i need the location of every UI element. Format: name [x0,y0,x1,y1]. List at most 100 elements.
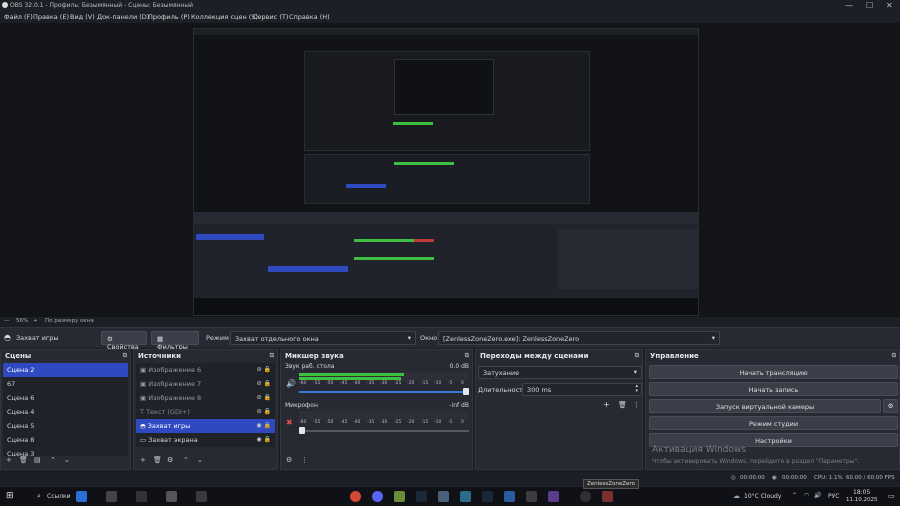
volume-fader-track[interactable] [299,391,469,393]
transition-menu-icon[interactable]: ⋮ [633,401,640,409]
language-indicator[interactable]: РУС [828,493,839,500]
taskbar-search-icon[interactable]: ⌕ [37,492,41,501]
add-scene-button[interactable]: + [6,456,12,464]
source-properties-button[interactable]: ⚙ [167,456,173,464]
studio-mode-button[interactable]: Режим студии [649,416,898,430]
clock-date[interactable]: 11.10.2025 [846,497,878,503]
weather-icon[interactable]: ☁ [733,492,740,500]
mic-muted-icon[interactable]: ✖ [286,418,293,427]
mixer-settings-icon[interactable]: ⚙ [286,456,292,464]
preview-canvas[interactable] [193,28,699,316]
menu-help[interactable]: Справка (H) [289,13,330,21]
taskbar-app-icon[interactable] [196,491,207,502]
source-item[interactable]: ▣ Изображение 6 ⊘ 🔒 [136,363,275,377]
scene-item[interactable]: Сцена 2 [3,363,128,377]
volume-fader-handle[interactable] [463,388,469,395]
duration-spinbox[interactable]: 300 ms ▴ ▾ [522,383,642,396]
zoom-fit[interactable]: По размеру окна [45,318,94,324]
scene-item[interactable]: Сцена 6 [3,391,128,405]
remove-source-button[interactable]: 🗑 [153,456,162,464]
source-item[interactable]: ▣ Изображение 8 ⊘ 🔒 [136,391,275,405]
source-item[interactable]: ◓ Захват игры ◉ 🔒 [136,419,275,433]
move-up-button[interactable]: ⌃ [50,456,56,464]
popout-icon[interactable]: ⧉ [270,352,274,360]
remove-scene-button[interactable]: 🗑 [19,456,28,464]
tray-chevron-icon[interactable]: ⌃ [792,492,797,499]
close-button[interactable]: ✕ [886,1,893,10]
taskbar-app-icon[interactable] [394,491,405,502]
volume-fader-handle[interactable] [299,427,305,434]
taskbar-app-icon[interactable] [136,491,147,502]
eye-icon[interactable]: ◉ 🔒 [256,422,271,429]
menu-file[interactable]: Файл (F) [4,13,33,21]
minimize-button[interactable]: — [845,1,853,10]
virtual-camera-settings-button[interactable]: ⚙ [883,399,898,413]
menu-edit[interactable]: Правка (E) [33,13,69,21]
start-streaming-button[interactable]: Начать трансляцию [649,365,898,379]
transition-select[interactable]: Затухание ▾ [478,366,642,379]
start-recording-button[interactable]: Начать запись [649,382,898,396]
remove-transition-button[interactable]: 🗑 [618,401,627,409]
eye-icon[interactable]: ◉ 🔒 [256,436,271,443]
chrome-icon[interactable] [350,491,361,502]
window-select[interactable]: [ZenlessZoneZero.exe]: ZenlessZoneZero ▾ [438,331,720,345]
scene-item[interactable]: Сцена 5 [3,419,128,433]
weather-text[interactable]: 10°C Cloudy [744,493,781,500]
scene-item[interactable]: Сцена 4 [3,405,128,419]
move-down-button[interactable]: ⌄ [64,456,70,464]
menu-profile[interactable]: Профиль (P) [148,13,190,21]
mode-select[interactable]: Захват отдельного окна ▾ [230,331,416,345]
add-transition-button[interactable]: + [603,400,610,409]
taskbar-app-icon[interactable] [76,491,87,502]
scene-filters-button[interactable]: ▤ [34,456,41,464]
taskbar-app-icon[interactable] [438,491,449,502]
menu-docks[interactable]: Док-панели (D) [97,13,149,21]
eye-off-icon[interactable]: ⊘ 🔒 [257,380,271,387]
wifi-icon[interactable]: ◠ [804,492,809,499]
windows-start-icon[interactable]: ⊞ [6,491,14,501]
zoom-out-button[interactable]: — [4,318,10,324]
notifications-icon[interactable]: ▭ [888,492,895,500]
menu-view[interactable]: Вид (V) [70,13,95,21]
taskbar-app-icon[interactable] [166,491,177,502]
add-source-button[interactable]: + [140,456,146,464]
source-item[interactable]: ▣ Изображение 7 ⊘ 🔒 [136,377,275,391]
volume-icon[interactable]: 🔊 [814,492,821,499]
popout-icon[interactable]: ⧉ [635,352,639,360]
zoom-percent[interactable]: 56% [16,318,28,324]
properties-button[interactable]: ⚙ Свойства [101,331,147,351]
volume-fader-track[interactable] [299,430,469,432]
taskbar-app-icon[interactable] [526,491,537,502]
taskbar-app-icon[interactable] [602,491,613,502]
move-down-button[interactable]: ⌄ [197,456,203,464]
popout-icon[interactable]: ⧉ [465,352,469,360]
menu-tools[interactable]: Сервис (T) [253,13,288,21]
discord-icon[interactable] [372,491,383,502]
popout-icon[interactable]: ⧉ [123,352,127,360]
taskbar-app-icon[interactable] [548,491,559,502]
filters-button[interactable]: ▦ Фильтры [151,331,199,351]
mixer-menu-icon[interactable]: ⋮ [301,456,308,464]
scene-item[interactable]: Сцена 8 [3,433,128,447]
eye-off-icon[interactable]: ⊘ 🔒 [257,408,271,415]
popout-icon[interactable]: ⧉ [892,352,896,360]
source-item[interactable]: ▭ Захват экрана ◉ 🔒 [136,433,275,447]
taskbar-search-label[interactable]: Ссылки [47,493,71,500]
scene-item[interactable]: 67 [3,377,128,391]
taskbar-app-icon[interactable] [504,491,515,502]
menu-scene-collection[interactable]: Коллекция сцен (S) [191,13,258,21]
taskbar-app-icon[interactable] [106,491,117,502]
start-virtual-camera-button[interactable]: Запуск виртуальной камеры [649,399,881,413]
steam-icon[interactable] [416,491,427,502]
obs-taskbar-icon[interactable] [580,491,591,502]
source-item[interactable]: T Текст (GDI+) ⊘ 🔒 [136,405,275,419]
speaker-icon[interactable]: 🔊 [286,379,296,388]
move-up-button[interactable]: ⌃ [183,456,189,464]
zoom-in-button[interactable]: + [33,318,38,324]
spin-arrows-icon[interactable]: ▴ ▾ [635,384,638,394]
clock-time[interactable]: 18:05 [853,489,870,496]
maximize-button[interactable]: ☐ [866,1,873,10]
taskbar-app-icon[interactable] [482,491,493,502]
taskbar-app-icon[interactable] [460,491,471,502]
eye-off-icon[interactable]: ⊘ 🔒 [257,366,271,373]
